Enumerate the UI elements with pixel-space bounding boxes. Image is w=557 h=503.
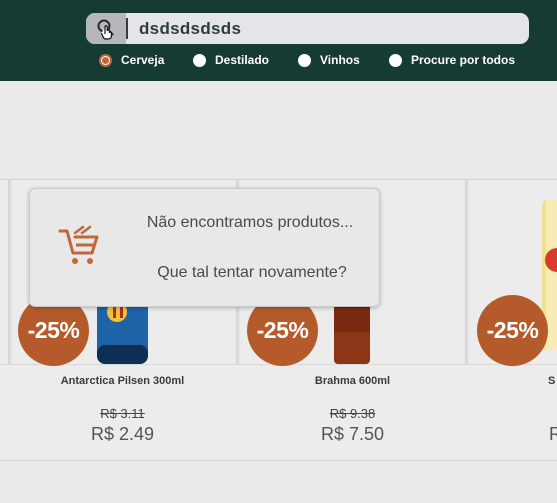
card-divider xyxy=(8,180,12,364)
radio-icon[interactable] xyxy=(193,53,206,67)
filter-label: Procure por todos xyxy=(411,53,516,67)
category-filters: Cerveja Destilado Vinhos Procure por tod… xyxy=(0,53,557,71)
radio-icon[interactable] xyxy=(389,53,402,67)
current-price: R$ 2.49 xyxy=(90,424,155,444)
current-price: R xyxy=(549,424,557,444)
header-bar: dsdsdsdsds Cerveja Destilado Vinhos Proc… xyxy=(0,0,557,81)
filter-cerveja[interactable]: Cerveja xyxy=(99,53,164,67)
product-name[interactable]: Brahma 600ml xyxy=(260,375,445,387)
no-results-message: Não encontramos produtos... xyxy=(146,214,354,231)
search-bar[interactable]: dsdsdsdsds xyxy=(86,13,529,44)
filter-label: Vinhos xyxy=(320,53,360,67)
product-name[interactable]: S xyxy=(548,375,557,387)
text-cursor xyxy=(126,18,128,39)
search-input[interactable]: dsdsdsdsds xyxy=(139,19,241,39)
old-price: R$ 9.38 xyxy=(329,406,376,421)
search-button[interactable] xyxy=(86,13,126,44)
filter-label: Cerveja xyxy=(121,53,165,67)
product-name[interactable]: Antarctica Pilsen 300ml xyxy=(30,375,215,387)
cart-icon xyxy=(58,225,99,264)
retry-suggestion: Que tal tentar novamente? xyxy=(157,264,347,281)
search-icon xyxy=(97,19,114,40)
no-results-dialog: Não encontramos produtos... Que tal tent… xyxy=(29,188,380,307)
filter-destilado[interactable]: Destilado xyxy=(193,53,269,67)
filter-vinhos[interactable]: Vinhos xyxy=(298,53,360,67)
filter-todos[interactable]: Procure por todos xyxy=(389,53,515,67)
filter-label: Destilado xyxy=(215,53,270,67)
old-price: R$ 3.11 xyxy=(100,406,145,421)
radio-selected-icon[interactable] xyxy=(99,53,112,67)
discount-badge: -25% xyxy=(477,295,548,366)
current-price: R$ 7.50 xyxy=(320,424,385,444)
radio-icon[interactable] xyxy=(298,53,311,67)
card-divider xyxy=(465,180,469,364)
